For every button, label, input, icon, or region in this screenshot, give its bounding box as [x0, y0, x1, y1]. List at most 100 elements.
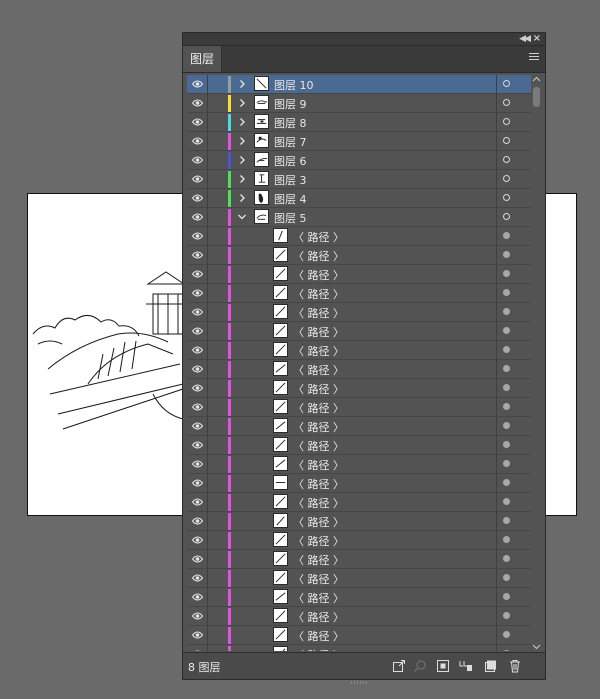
visibility-eye-icon[interactable]	[192, 535, 203, 545]
export-icon[interactable]	[392, 659, 406, 673]
collapse-panel-icon[interactable]: ◀◀	[519, 33, 531, 45]
visibility-eye-icon[interactable]	[192, 611, 203, 621]
scroll-thumb[interactable]	[533, 87, 540, 107]
layer-name[interactable]: 图层 4	[274, 191, 307, 207]
path-name[interactable]: 〈 路径 〉	[293, 609, 344, 625]
chevron-right-icon[interactable]	[237, 97, 247, 109]
clipping-mask-icon[interactable]	[436, 659, 450, 673]
layer-row[interactable]: 图层 7	[187, 132, 531, 151]
target-icon[interactable]	[503, 232, 510, 239]
lock-column[interactable]	[207, 493, 208, 512]
target-icon[interactable]	[503, 289, 510, 296]
target-icon[interactable]	[503, 555, 510, 562]
visibility-eye-icon[interactable]	[192, 402, 203, 412]
path-name[interactable]: 〈 路径 〉	[293, 400, 344, 416]
path-name[interactable]: 〈 路径 〉	[293, 552, 344, 568]
lock-column[interactable]	[207, 94, 208, 113]
search-icon[interactable]	[413, 659, 427, 673]
path-row[interactable]: 〈 路径 〉	[187, 607, 531, 626]
visibility-eye-icon[interactable]	[192, 117, 203, 127]
lock-column[interactable]	[207, 645, 208, 651]
new-layer-icon[interactable]	[484, 659, 498, 673]
visibility-eye-icon[interactable]	[192, 212, 203, 222]
lock-column[interactable]	[207, 113, 208, 132]
layer-name[interactable]: 图层 8	[274, 115, 307, 131]
layer-name[interactable]: 图层 9	[274, 96, 307, 112]
layer-name[interactable]: 图层 6	[274, 153, 307, 169]
visibility-eye-icon[interactable]	[192, 630, 203, 640]
path-name[interactable]: 〈 路径 〉	[293, 305, 344, 321]
target-icon[interactable]	[503, 194, 510, 201]
visibility-eye-icon[interactable]	[192, 440, 203, 450]
target-icon[interactable]	[503, 270, 510, 277]
visibility-eye-icon[interactable]	[192, 421, 203, 431]
target-icon[interactable]	[503, 308, 510, 315]
lock-column[interactable]	[207, 626, 208, 645]
delete-icon[interactable]	[508, 659, 522, 673]
target-icon[interactable]	[503, 118, 510, 125]
lock-column[interactable]	[207, 474, 208, 493]
path-row[interactable]: 〈 路径 〉	[187, 322, 531, 341]
path-row[interactable]: 〈 路径 〉	[187, 474, 531, 493]
visibility-eye-icon[interactable]	[192, 288, 203, 298]
path-name[interactable]: 〈 路径 〉	[293, 457, 344, 473]
path-name[interactable]: 〈 路径 〉	[293, 571, 344, 587]
new-sublayer-icon[interactable]	[459, 659, 473, 673]
path-name[interactable]: 〈 路径 〉	[293, 647, 344, 651]
lock-column[interactable]	[207, 436, 208, 455]
path-row[interactable]: 〈 路径 〉	[187, 531, 531, 550]
lock-column[interactable]	[207, 170, 208, 189]
path-row[interactable]: 〈 路径 〉	[187, 284, 531, 303]
target-icon[interactable]	[503, 498, 510, 505]
path-row[interactable]: 〈 路径 〉	[187, 436, 531, 455]
visibility-eye-icon[interactable]	[192, 136, 203, 146]
target-icon[interactable]	[503, 517, 510, 524]
lock-column[interactable]	[207, 227, 208, 246]
lock-column[interactable]	[207, 569, 208, 588]
target-icon[interactable]	[503, 574, 510, 581]
lock-column[interactable]	[207, 284, 208, 303]
path-row[interactable]: 〈 路径 〉	[187, 569, 531, 588]
chevron-right-icon[interactable]	[237, 192, 247, 204]
path-name[interactable]: 〈 路径 〉	[293, 590, 344, 606]
lock-column[interactable]	[207, 208, 208, 227]
path-name[interactable]: 〈 路径 〉	[293, 267, 344, 283]
lock-column[interactable]	[207, 379, 208, 398]
visibility-eye-icon[interactable]	[192, 174, 203, 184]
visibility-eye-icon[interactable]	[192, 573, 203, 583]
chevron-down-icon[interactable]	[237, 211, 247, 223]
path-row[interactable]: 〈 路径 〉	[187, 227, 531, 246]
layer-row[interactable]: 图层 9	[187, 94, 531, 113]
chevron-right-icon[interactable]	[237, 78, 247, 90]
layer-name[interactable]: 图层 10	[274, 77, 314, 93]
target-icon[interactable]	[503, 536, 510, 543]
target-icon[interactable]	[503, 631, 510, 638]
path-row[interactable]: 〈 路径 〉	[187, 493, 531, 512]
lock-column[interactable]	[207, 455, 208, 474]
target-icon[interactable]	[503, 612, 510, 619]
lock-column[interactable]	[207, 322, 208, 341]
chevron-right-icon[interactable]	[237, 154, 247, 166]
layer-row[interactable]: 图层 8	[187, 113, 531, 132]
path-name[interactable]: 〈 路径 〉	[293, 533, 344, 549]
target-icon[interactable]	[503, 251, 510, 258]
lock-column[interactable]	[207, 550, 208, 569]
lock-column[interactable]	[207, 588, 208, 607]
path-name[interactable]: 〈 路径 〉	[293, 248, 344, 264]
panel-menu-icon[interactable]	[529, 53, 539, 63]
resize-grip[interactable]	[351, 674, 373, 684]
visibility-eye-icon[interactable]	[192, 516, 203, 526]
path-name[interactable]: 〈 路径 〉	[293, 476, 344, 492]
target-icon[interactable]	[503, 441, 510, 448]
layers-list[interactable]: 图层 10 图层 9 图层 8 图层 7 图层 6 图层 3 图层 4 图层 5 〈 路径 〉〈…	[187, 75, 531, 651]
target-icon[interactable]	[503, 99, 510, 106]
layer-name[interactable]: 图层 3	[274, 172, 307, 188]
path-row[interactable]: 〈 路径 〉	[187, 455, 531, 474]
path-name[interactable]: 〈 路径 〉	[293, 362, 344, 378]
scrollbar[interactable]	[532, 75, 541, 651]
layer-name[interactable]: 图层 7	[274, 134, 307, 150]
path-row[interactable]: 〈 路径 〉	[187, 645, 531, 651]
target-icon[interactable]	[503, 137, 510, 144]
visibility-eye-icon[interactable]	[192, 79, 203, 89]
visibility-eye-icon[interactable]	[192, 193, 203, 203]
